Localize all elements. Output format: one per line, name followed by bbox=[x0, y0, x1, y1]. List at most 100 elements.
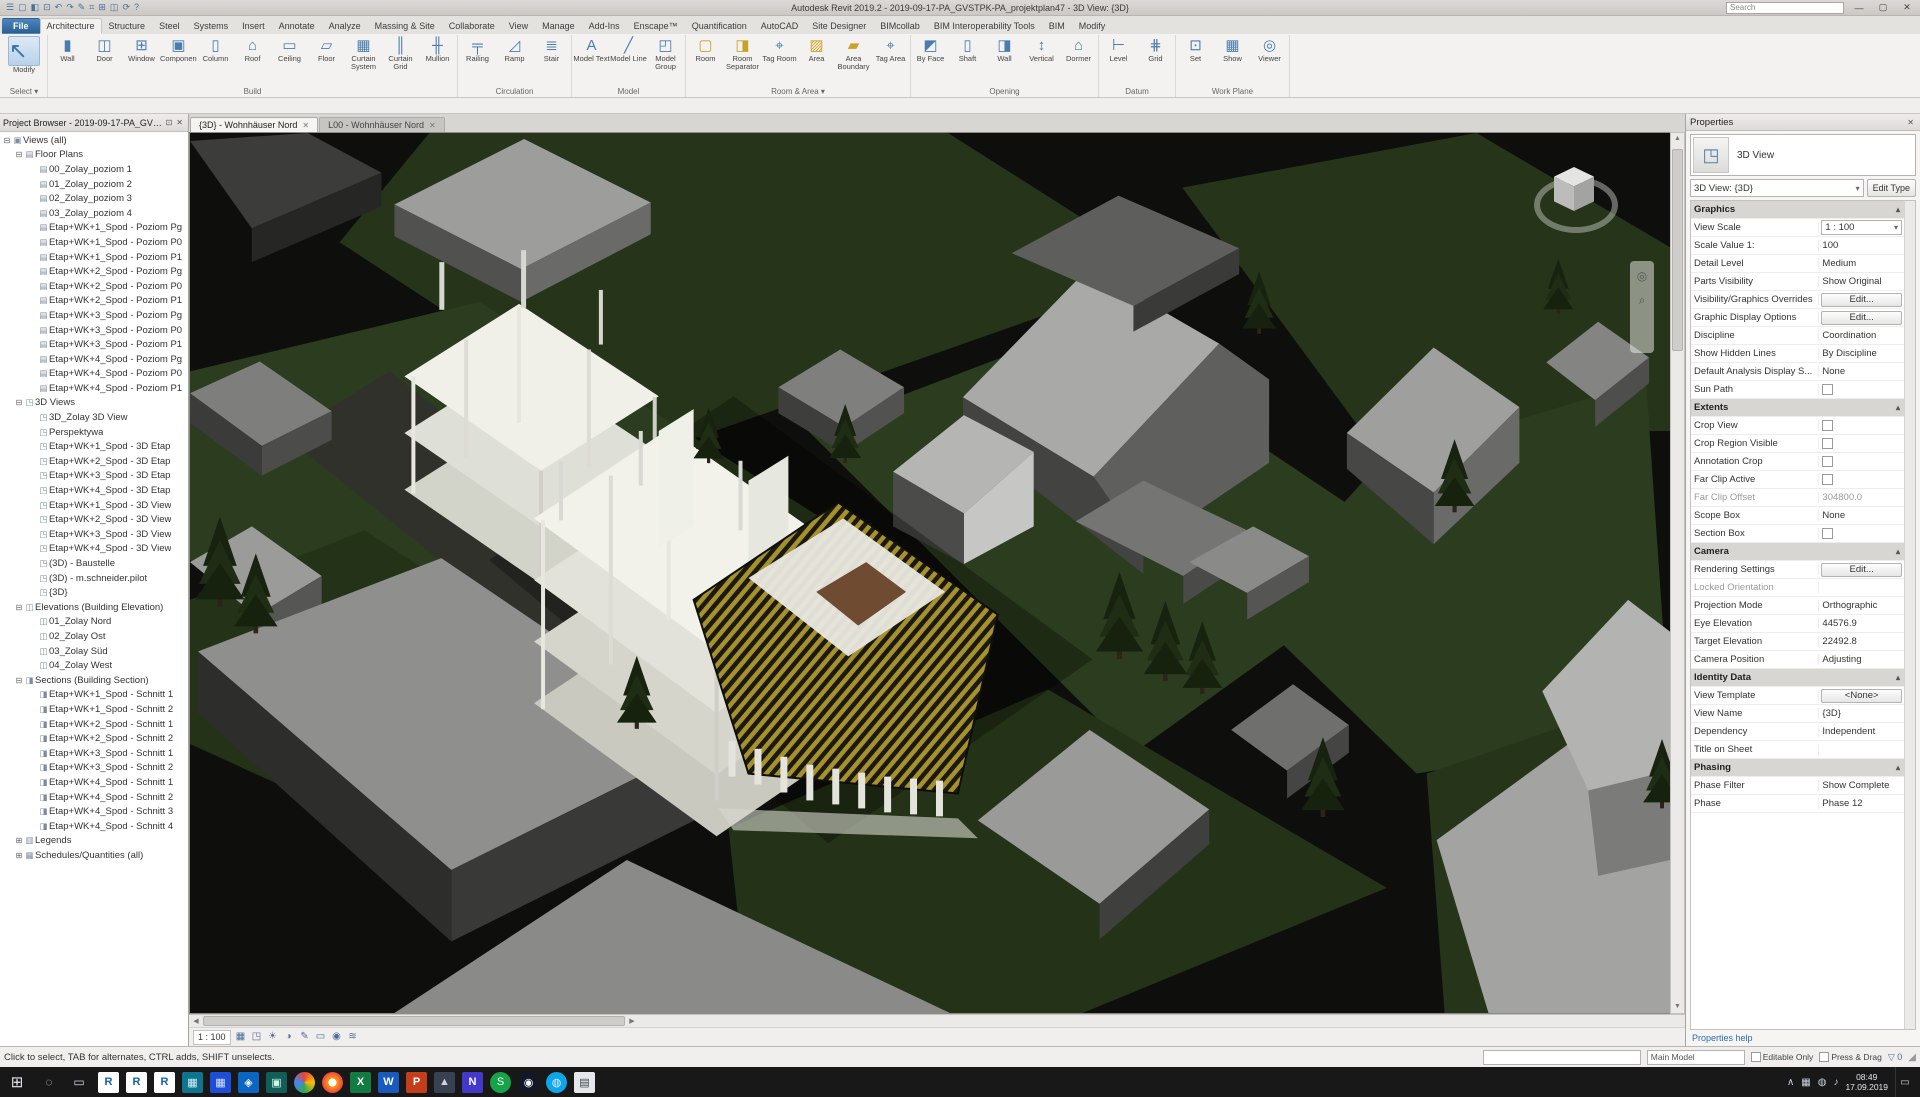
property-row[interactable]: Title on Sheet bbox=[1691, 741, 1904, 759]
property-row[interactable]: Visibility/Graphics Overrides Edit... bbox=[1691, 291, 1904, 309]
ribbon-tab[interactable]: AutoCAD bbox=[754, 18, 806, 34]
tree-item[interactable]: ◳ Etap+WK+3_Spod - 3D Etap bbox=[0, 469, 188, 484]
property-row[interactable]: Discipline Coordination bbox=[1691, 327, 1904, 345]
tree-item[interactable]: ◫ 04_Zolay West bbox=[0, 658, 188, 673]
tree-item[interactable]: ◳ (3D) - m.schneider.pilot bbox=[0, 571, 188, 586]
tree-item[interactable]: ◨ Etap+WK+3_Spod - Schnitt 1 bbox=[0, 746, 188, 761]
tree-item[interactable]: ▤ 01_Zolay_poziom 2 bbox=[0, 177, 188, 192]
type-selector[interactable]: ◳ 3D View bbox=[1690, 134, 1916, 176]
property-row[interactable]: Crop Region Visible bbox=[1691, 435, 1904, 453]
ribbon-tab[interactable]: Architecture bbox=[40, 18, 102, 34]
element-selector-combo[interactable]: 3D View: {3D} ▾ bbox=[1690, 179, 1864, 197]
taskbar-app-icon[interactable]: ▣ bbox=[266, 1072, 287, 1093]
property-value[interactable]: Orthographic bbox=[1819, 600, 1904, 611]
tree-item[interactable]: ▤ Etap+WK+4_Spod - Poziom P0 bbox=[0, 367, 188, 382]
tree-item[interactable]: ⊞ ▥ Legends bbox=[0, 834, 188, 849]
property-value[interactable]: By Discipline bbox=[1819, 348, 1904, 359]
ribbon-tab[interactable]: Structure bbox=[102, 18, 153, 34]
tree-item[interactable]: ◳ Etap+WK+1_Spod - 3D View bbox=[0, 498, 188, 513]
property-row[interactable]: Parts Visibility Show Original bbox=[1691, 273, 1904, 291]
view-control-icon[interactable]: ▦ bbox=[233, 1030, 249, 1044]
tree-item[interactable]: ▤ Etap+WK+4_Spod - Poziom Pg bbox=[0, 352, 188, 367]
property-row[interactable]: Far Clip Active bbox=[1691, 471, 1904, 489]
property-value[interactable]: 100 bbox=[1819, 240, 1904, 251]
ribbon-button[interactable]: ╫ Mullion bbox=[419, 35, 456, 72]
property-value[interactable]: Edit... bbox=[1821, 563, 1902, 577]
ribbon-button[interactable]: ▱ Floor bbox=[308, 35, 345, 72]
taskbar-app-icon[interactable]: ◉ bbox=[518, 1072, 539, 1093]
property-value[interactable] bbox=[1819, 474, 1904, 485]
pin-icon[interactable]: ⊡ bbox=[164, 118, 175, 127]
ribbon-button[interactable]: ⋕ Grid bbox=[1137, 35, 1174, 72]
taskbar-clock[interactable]: 08:49 17.09.2019 bbox=[1845, 1072, 1888, 1092]
qat-icon[interactable]: ⟳ bbox=[122, 1, 130, 14]
property-value[interactable]: Coordination bbox=[1819, 330, 1904, 341]
property-value[interactable] bbox=[1819, 420, 1904, 431]
view-control-icon[interactable]: ◳ bbox=[249, 1030, 265, 1044]
ribbon-tab[interactable]: Add-Ins bbox=[582, 18, 627, 34]
tree-item[interactable]: ◳ Perspektywa bbox=[0, 425, 188, 440]
ribbon-button[interactable]: A Model Text bbox=[573, 35, 610, 72]
tree-item[interactable]: ◳ Etap+WK+2_Spod - 3D View bbox=[0, 512, 188, 527]
taskbar-app-icon[interactable]: N bbox=[462, 1072, 483, 1093]
ribbon-button[interactable]: ◫ Door bbox=[86, 35, 123, 72]
ribbon-button[interactable]: ⌂ Roof bbox=[234, 35, 271, 72]
property-value[interactable] bbox=[1819, 438, 1904, 449]
ribbon-button[interactable]: ◨ Room Separator bbox=[724, 35, 761, 72]
ribbon-button[interactable]: ⌖ Tag Area bbox=[872, 35, 909, 72]
tree-expander-icon[interactable]: ⊟ bbox=[14, 398, 24, 407]
ribbon-button[interactable]: ◎ Viewer bbox=[1251, 35, 1288, 72]
ribbon-tab[interactable]: Steel bbox=[152, 18, 187, 34]
search-icon[interactable]: ◌ bbox=[34, 1075, 64, 1089]
property-value[interactable]: Phase 12 bbox=[1819, 798, 1904, 809]
qat-icon[interactable]: ? bbox=[134, 1, 139, 14]
ribbon-tab[interactable]: Analyze bbox=[322, 18, 368, 34]
taskbar-app-icon[interactable]: ▲ bbox=[434, 1072, 455, 1093]
ribbon-button[interactable]: ▯ Column bbox=[197, 35, 234, 72]
view-tab[interactable]: L00 - Wohnhäuser Nord ✕ bbox=[319, 117, 445, 132]
tray-icon[interactable]: ▦ bbox=[1801, 1077, 1810, 1088]
tree-item[interactable]: ⊟ ◫ Elevations (Building Elevation) bbox=[0, 600, 188, 615]
tree-item[interactable]: ▤ Etap+WK+1_Spod - Poziom P1 bbox=[0, 250, 188, 265]
tree-item[interactable]: ◫ 03_Zolay Süd bbox=[0, 644, 188, 659]
close-button[interactable]: ✕ bbox=[1898, 2, 1916, 13]
tree-item[interactable]: ⊟ ▣ Views (all) bbox=[0, 133, 188, 148]
ribbon-button[interactable]: ▭ Ceiling bbox=[271, 35, 308, 72]
taskbar-app-icon[interactable]: W bbox=[378, 1072, 399, 1093]
property-row[interactable]: Target Elevation 22492.8 bbox=[1691, 633, 1904, 651]
tree-item[interactable]: ◫ 02_Zolay Ost bbox=[0, 629, 188, 644]
properties-help-link[interactable]: Properties help bbox=[1686, 1030, 1920, 1046]
property-row[interactable]: Rendering Settings Edit... bbox=[1691, 561, 1904, 579]
maximize-button[interactable]: ▢ bbox=[1874, 2, 1892, 13]
qat-icon[interactable]: ⊞ bbox=[98, 1, 106, 14]
scroll-down-icon[interactable]: ▼ bbox=[1674, 1001, 1681, 1013]
tree-item[interactable]: ◫ 01_Zolay Nord bbox=[0, 615, 188, 630]
ribbon-button[interactable]: ▨ Area bbox=[798, 35, 835, 72]
tray-icon[interactable]: ◍ bbox=[1818, 1077, 1827, 1088]
tree-item[interactable]: ◳ (3D) - Baustelle bbox=[0, 556, 188, 571]
property-row[interactable]: Scale Value 1: 100 bbox=[1691, 237, 1904, 255]
tree-item[interactable]: ▤ Etap+WK+2_Spod - Poziom P0 bbox=[0, 279, 188, 294]
property-row[interactable]: Dependency Independent bbox=[1691, 723, 1904, 741]
property-value[interactable]: 304800.0 bbox=[1819, 492, 1904, 503]
ribbon-button[interactable]: ▦ Show bbox=[1214, 35, 1251, 72]
taskbar-app-icon[interactable]: ▦ bbox=[182, 1072, 203, 1093]
property-value[interactable]: <None> bbox=[1821, 689, 1902, 703]
property-row[interactable]: Show Hidden Lines By Discipline bbox=[1691, 345, 1904, 363]
scroll-up-icon[interactable]: ▲ bbox=[1674, 133, 1681, 145]
qat-icon[interactable]: ✎ bbox=[78, 1, 86, 14]
ribbon-tab[interactable]: Enscape™ bbox=[627, 18, 685, 34]
property-row[interactable]: Phase Filter Show Complete bbox=[1691, 777, 1904, 795]
ribbon-tab[interactable]: Insert bbox=[235, 18, 272, 34]
property-value[interactable]: Edit... bbox=[1821, 293, 1902, 307]
property-value[interactable]: Adjusting bbox=[1819, 654, 1904, 665]
view-control-icon[interactable]: ◑ bbox=[281, 1030, 297, 1044]
ribbon-button[interactable]: ▮ Wall bbox=[49, 35, 86, 72]
tree-item[interactable]: ▤ Etap+WK+3_Spod - Poziom Pg bbox=[0, 308, 188, 323]
qat-icon[interactable]: ☰ bbox=[6, 1, 14, 14]
taskbar-app-icon[interactable]: P bbox=[406, 1072, 427, 1093]
property-value[interactable]: {3D} bbox=[1819, 708, 1904, 719]
tree-item[interactable]: ⊟ ▤ Floor Plans bbox=[0, 148, 188, 163]
tree-item[interactable]: ◳ Etap+WK+1_Spod - 3D Etap bbox=[0, 439, 188, 454]
tree-expander-icon[interactable]: ⊞ bbox=[14, 851, 24, 860]
